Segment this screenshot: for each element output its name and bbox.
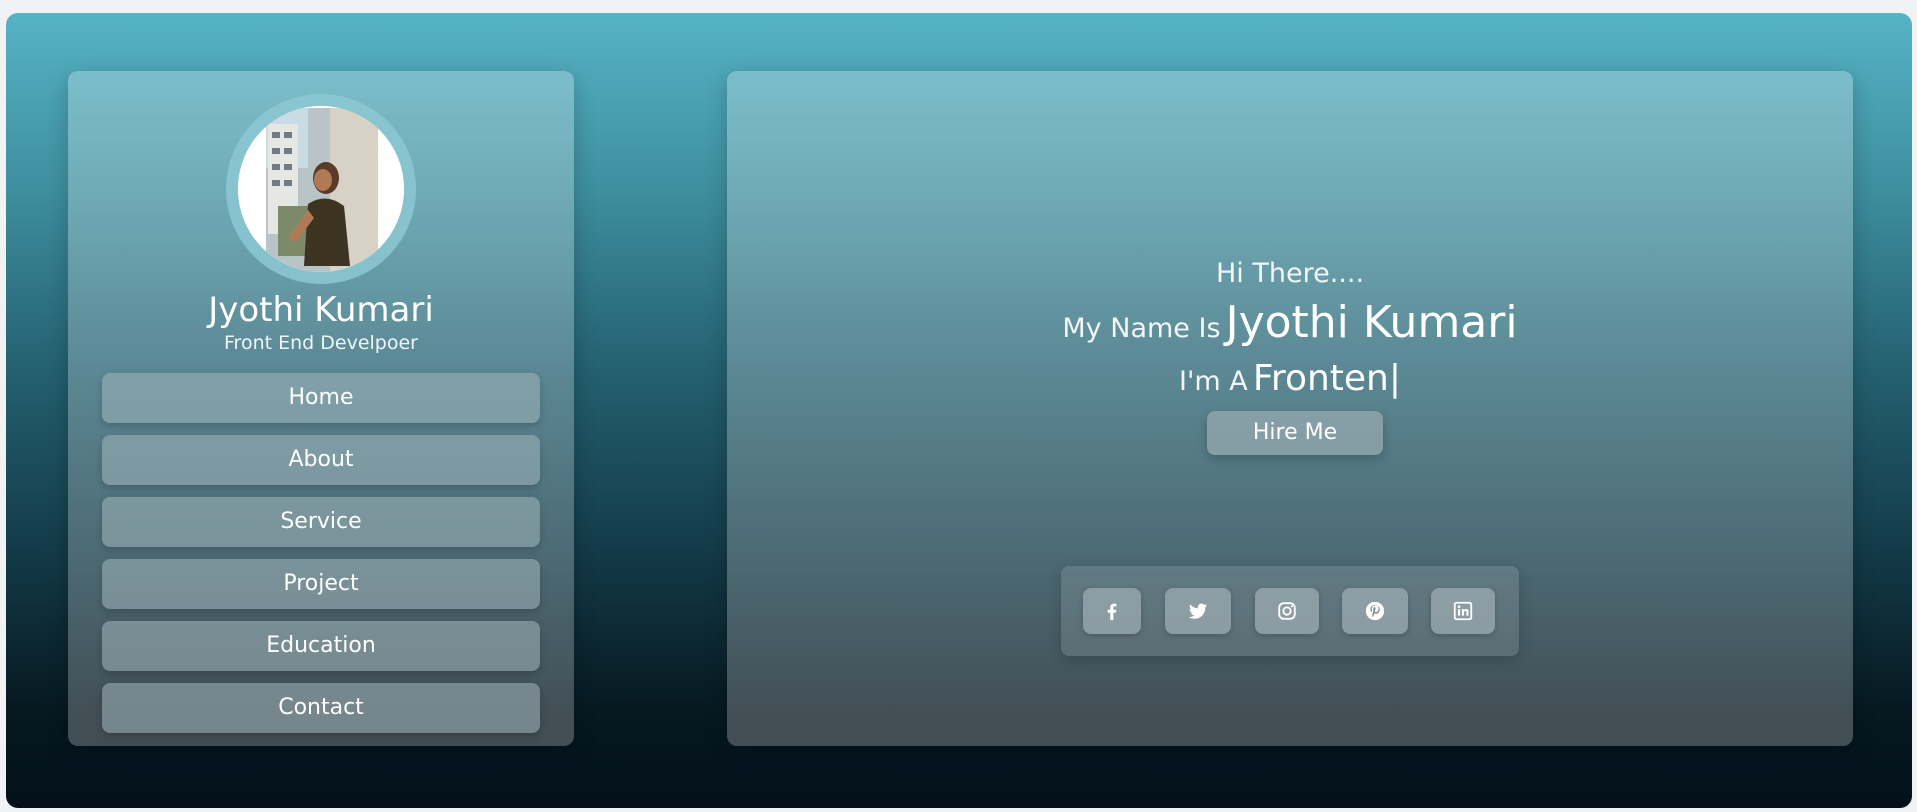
sidebar-nav: Home About Service Project Education Con…	[102, 373, 540, 745]
profile-role: Front End Develpoer	[224, 332, 418, 354]
nav-item-education[interactable]: Education	[102, 621, 540, 671]
linkedin-icon	[1453, 601, 1473, 621]
nav-item-about[interactable]: About	[102, 435, 540, 485]
social-links-panel	[1061, 566, 1519, 656]
page-background: Jyothi Kumari Front End Develpoer Home A…	[6, 13, 1912, 808]
hire-me-button[interactable]: Hire Me	[1207, 411, 1383, 455]
hero-typed-role: Fronten|	[1252, 358, 1401, 399]
hero-role-line: I'm A Fronten|	[727, 354, 1853, 410]
hero-name-prefix: My Name Is	[1062, 313, 1221, 344]
linkedin-button[interactable]	[1431, 588, 1495, 634]
instagram-button[interactable]	[1255, 588, 1319, 634]
facebook-icon	[1107, 603, 1117, 621]
avatar	[238, 106, 404, 272]
hero-name-line: My Name Is Jyothi Kumari	[727, 293, 1853, 362]
nav-item-contact[interactable]: Contact	[102, 683, 540, 733]
facebook-button[interactable]	[1083, 588, 1141, 634]
avatar-photo	[238, 106, 404, 272]
nav-item-project[interactable]: Project	[102, 559, 540, 609]
profile-name: Jyothi Kumari	[208, 290, 434, 330]
pinterest-button[interactable]	[1342, 588, 1408, 634]
pinterest-icon	[1365, 601, 1385, 621]
hero-role-prefix: I'm A	[1179, 366, 1248, 397]
twitter-icon	[1188, 603, 1208, 619]
instagram-icon	[1278, 602, 1296, 620]
hero-greeting: Hi There....	[1215, 258, 1365, 289]
nav-item-service[interactable]: Service	[102, 497, 540, 547]
hero-panel: Hi There.... My Name Is Jyothi Kumari I'…	[727, 71, 1853, 746]
nav-item-home[interactable]: Home	[102, 373, 540, 423]
twitter-button[interactable]	[1165, 588, 1231, 634]
avatar-ring	[226, 94, 416, 284]
profile-sidebar: Jyothi Kumari Front End Develpoer Home A…	[68, 71, 574, 746]
hero-name: Jyothi Kumari	[1225, 297, 1518, 348]
